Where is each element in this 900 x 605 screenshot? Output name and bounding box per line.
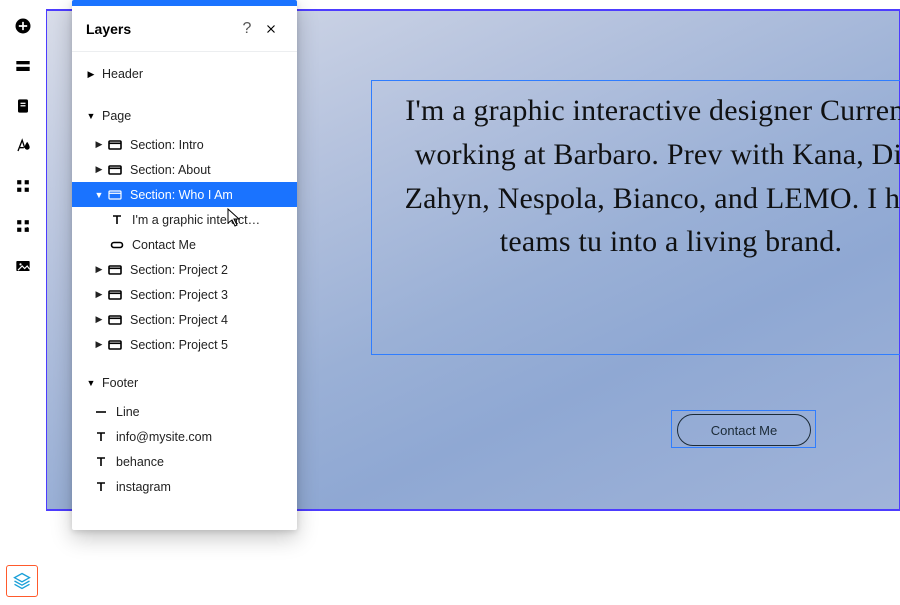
add-button[interactable] [0,6,46,46]
panel-header: Layers ? [72,6,297,52]
chevron-right-icon [94,289,104,300]
section-glyph-icon [108,263,122,277]
plugins-tool[interactable] [0,206,46,246]
apps-tool[interactable] [0,166,46,206]
group-footer-label: Footer [102,376,138,390]
close-button[interactable] [259,17,283,41]
image-icon [13,256,33,276]
text-glyph-icon [94,455,108,469]
chevron-down-icon [86,378,96,388]
layer-label: info@mysite.com [116,430,212,444]
chevron-right-icon [94,314,104,325]
layer-label: behance [116,455,164,469]
chevron-down-icon [94,190,104,200]
group-page-label: Page [102,109,131,123]
layer-text-behance[interactable]: behance [72,449,297,474]
layer-label: instagram [116,480,171,494]
layer-section-about[interactable]: Section: About [72,157,297,182]
layers-button[interactable] [6,565,38,597]
hero-text: I'm a graphic interactive designer Curre… [405,94,900,258]
chevron-right-icon [94,139,104,150]
layer-text-instagram[interactable]: instagram [72,474,297,499]
panel-title: Layers [86,21,235,37]
text-glyph-icon [94,430,108,444]
layer-section-project-2[interactable]: Section: Project 2 [72,257,297,282]
layer-label: Section: Project 4 [130,313,228,327]
layer-section-intro[interactable]: Section: Intro [72,132,297,157]
section-tool[interactable] [0,46,46,86]
help-button[interactable]: ? [235,17,259,41]
chevron-right-icon [94,164,104,175]
media-tool[interactable] [0,246,46,286]
group-footer[interactable]: Footer [72,367,297,399]
layer-label: Section: Intro [130,138,204,152]
section-glyph-icon [108,138,122,152]
layer-label: Contact Me [132,238,196,252]
layer-line[interactable]: Line [72,399,297,424]
help-icon: ? [243,20,252,38]
layer-text-hero[interactable]: I'm a graphic interact… [72,207,297,232]
layer-label: Section: Who I Am [130,188,233,202]
section-icon [13,56,33,76]
group-page[interactable]: Page [72,100,297,132]
button-glyph-icon [110,238,124,252]
layer-section-project-5[interactable]: Section: Project 5 [72,332,297,357]
layer-section-project-3[interactable]: Section: Project 3 [72,282,297,307]
page-icon [13,96,33,116]
theme-icon [13,136,33,156]
plus-circle-icon [13,16,33,36]
section-glyph-icon [108,163,122,177]
section-glyph-icon [108,188,122,202]
grid-icon [13,176,33,196]
layer-section-who-i-am[interactable]: Section: Who I Am [72,182,297,207]
chevron-right-icon [86,69,96,80]
chevron-right-icon [94,339,104,350]
contact-button-label: Contact Me [711,423,777,438]
page-tool[interactable] [0,86,46,126]
close-icon [264,22,278,36]
layer-button-contact[interactable]: Contact Me [72,232,297,257]
contact-button-selection[interactable]: Contact Me [671,410,816,448]
tool-rail [0,0,46,605]
layers-panel: Layers ? Header Page Section: Intro Sect… [72,0,297,530]
theme-tool[interactable] [0,126,46,166]
layer-label: Section: About [130,163,211,177]
layer-label: Section: Project 3 [130,288,228,302]
group-header[interactable]: Header [72,58,297,90]
hero-text-block[interactable]: I'm a graphic interactive designer Curre… [371,80,900,355]
section-glyph-icon [108,288,122,302]
section-glyph-icon [108,313,122,327]
layer-label: I'm a graphic interact… [132,213,260,227]
puzzle-icon [13,216,33,236]
layer-section-project-4[interactable]: Section: Project 4 [72,307,297,332]
text-glyph-icon [110,213,124,227]
layer-label: Section: Project 5 [130,338,228,352]
chevron-right-icon [94,264,104,275]
layers-icon [12,571,32,591]
section-glyph-icon [108,338,122,352]
layer-text-email[interactable]: info@mysite.com [72,424,297,449]
text-glyph-icon [94,480,108,494]
panel-body[interactable]: Header Page Section: Intro Section: Abou… [72,52,297,499]
contact-button[interactable]: Contact Me [677,414,811,446]
line-glyph-icon [94,405,108,419]
layer-label: Line [116,405,140,419]
layer-label: Section: Project 2 [130,263,228,277]
group-header-label: Header [102,67,143,81]
chevron-down-icon [86,111,96,121]
